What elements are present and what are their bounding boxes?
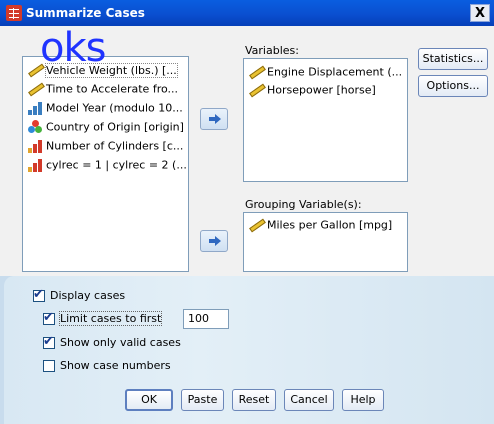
cancel-button[interactable]: Cancel xyxy=(284,389,334,411)
variables-list[interactable]: Engine Displacement (... Horsepower [hor… xyxy=(243,58,408,182)
close-icon: X xyxy=(474,6,486,21)
ruler-icon xyxy=(248,65,266,80)
checkbox[interactable]: ✔ xyxy=(43,310,55,325)
arrow-right-icon xyxy=(209,114,221,124)
list-item[interactable]: Vehicle Weight (lbs.) [... xyxy=(27,62,178,81)
list-item[interactable]: Number of Cylinders [c... xyxy=(27,139,183,157)
paste-button[interactable]: Paste xyxy=(181,389,224,411)
window-title: Summarize Cases xyxy=(26,6,145,20)
list-item[interactable]: cylrec = 1 | cylrec = 2 (... xyxy=(27,158,187,176)
help-button[interactable]: Help xyxy=(342,389,384,411)
move-to-variables-button[interactable] xyxy=(200,108,228,130)
display-cases-checkbox[interactable]: ✔ Display cases xyxy=(33,287,125,304)
variables-label: Variables: xyxy=(245,44,299,57)
limit-cases-checkbox[interactable]: ✔ Limit cases to first xyxy=(43,310,163,327)
valid-cases-checkbox[interactable]: ✔ Show only valid cases xyxy=(43,334,181,351)
checkbox[interactable] xyxy=(43,360,55,372)
checkmark-icon: ✔ xyxy=(43,334,54,349)
checkbox[interactable]: ✔ xyxy=(43,334,55,349)
close-button[interactable]: X xyxy=(470,4,490,22)
reset-button[interactable]: Reset xyxy=(232,389,276,411)
title-bar: Summarize Cases X xyxy=(0,0,494,26)
list-item[interactable]: Miles per Gallon [mpg] xyxy=(248,218,392,236)
list-item[interactable]: Engine Displacement (... xyxy=(248,65,402,83)
list-item[interactable]: Country of Origin [origin] xyxy=(27,120,184,138)
balls-icon xyxy=(27,120,43,134)
move-to-grouping-button[interactable] xyxy=(200,230,228,252)
bars-icon xyxy=(27,158,43,172)
arrow-right-icon xyxy=(209,236,221,246)
ruler-icon xyxy=(27,82,45,97)
options-button[interactable]: Options... xyxy=(418,75,488,97)
ok-button[interactable]: OK xyxy=(125,389,173,411)
ruler-icon xyxy=(27,63,45,78)
grouping-label: Grouping Variable(s): xyxy=(245,198,362,211)
bars-icon xyxy=(27,139,43,153)
source-variable-list[interactable]: Vehicle Weight (lbs.) [... Time to Accel… xyxy=(22,56,189,272)
spss-table-icon xyxy=(6,5,22,21)
ruler-icon xyxy=(248,83,266,98)
checkmark-icon: ✔ xyxy=(33,287,44,302)
checkmark-icon: ✔ xyxy=(43,310,54,325)
statistics-button[interactable]: Statistics... xyxy=(418,48,488,70)
list-item[interactable]: Horsepower [horse] xyxy=(248,83,376,101)
list-item[interactable]: Model Year (modulo 10... xyxy=(27,101,183,119)
case-numbers-checkbox[interactable]: Show case numbers xyxy=(43,358,171,374)
ruler-icon xyxy=(248,218,266,233)
limit-cases-input[interactable]: 100 xyxy=(183,309,229,329)
grouping-variables-list[interactable]: Miles per Gallon [mpg] xyxy=(243,212,408,272)
checkbox[interactable]: ✔ xyxy=(33,287,45,302)
bars-icon xyxy=(27,101,43,115)
list-item[interactable]: Time to Accelerate fro... xyxy=(27,82,178,100)
